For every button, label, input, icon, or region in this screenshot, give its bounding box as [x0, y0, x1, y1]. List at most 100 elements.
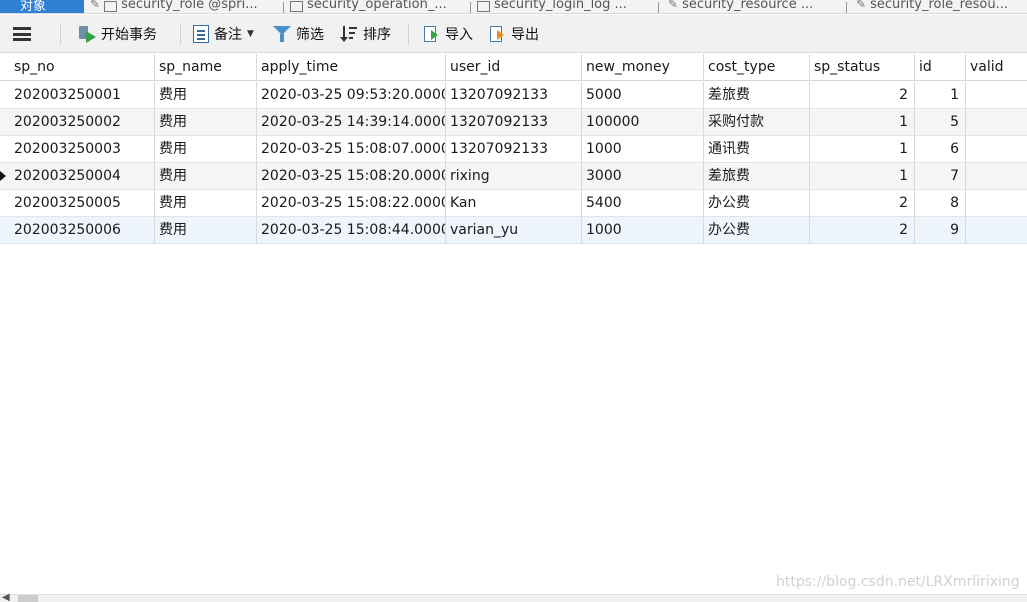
cell-valid[interactable]: [966, 190, 1027, 217]
cell-sp-status[interactable]: 1: [810, 109, 915, 136]
cell-new-money[interactable]: 5000: [582, 82, 704, 109]
cell-cost-type[interactable]: 采购付款: [704, 109, 810, 136]
cell-apply-time[interactable]: 2020-03-25 09:53:20.0000: [257, 82, 446, 109]
tab-security-login-log[interactable]: security_login_log ...: [477, 0, 627, 13]
tab-security-resource[interactable]: ✎ security_resource ...: [668, 0, 814, 13]
cell-id[interactable]: 5: [915, 109, 966, 136]
column-header-new-money[interactable]: new_money: [582, 54, 704, 81]
cell-user-id[interactable]: Kan: [446, 190, 582, 217]
cell-new-money[interactable]: 1000: [582, 136, 704, 163]
cell-sp-no[interactable]: 202003250006: [10, 217, 155, 244]
column-header-cost-type[interactable]: cost_type: [704, 54, 810, 81]
tab-security-operation[interactable]: security_operation_...: [290, 0, 447, 13]
table-icon: [477, 0, 490, 12]
chevron-down-icon[interactable]: ▼: [247, 29, 254, 39]
grid-header: sp_no sp_name apply_time user_id new_mon…: [0, 54, 1027, 81]
cell-id[interactable]: 9: [915, 217, 966, 244]
export-button[interactable]: 导出: [488, 23, 539, 45]
cell-sp-status[interactable]: 2: [810, 190, 915, 217]
menu-button[interactable]: [13, 23, 31, 45]
filter-button[interactable]: 筛选: [273, 23, 324, 45]
column-header-sp-status[interactable]: sp_status: [810, 54, 915, 81]
cell-valid[interactable]: [966, 217, 1027, 244]
cell-apply-time[interactable]: 2020-03-25 15:08:20.0000: [257, 163, 446, 190]
cell-user-id[interactable]: 13207092133: [446, 136, 582, 163]
cell-sp-no[interactable]: 202003250003: [10, 136, 155, 163]
cell-cost-type[interactable]: 差旅费: [704, 82, 810, 109]
cell-sp-name[interactable]: 费用: [155, 163, 257, 190]
cell-cost-type[interactable]: 差旅费: [704, 163, 810, 190]
import-button[interactable]: 导入: [422, 23, 473, 45]
cell-user-id[interactable]: 13207092133: [446, 82, 582, 109]
cell-user-id[interactable]: rixing: [446, 163, 582, 190]
cell-cost-type[interactable]: 通讯费: [704, 136, 810, 163]
sort-button[interactable]: 排序: [340, 23, 391, 45]
cell-sp-name[interactable]: 费用: [155, 190, 257, 217]
tab-label: security_resource ...: [682, 0, 814, 12]
cell-sp-status[interactable]: 1: [810, 136, 915, 163]
cell-id[interactable]: 7: [915, 163, 966, 190]
cell-cost-type[interactable]: 办公费: [704, 190, 810, 217]
column-header-user-id[interactable]: user_id: [446, 54, 582, 81]
table-row[interactable]: 202003250003 费用 2020-03-25 15:08:07.0000…: [0, 136, 1027, 163]
tab-label: security_operation_...: [307, 0, 447, 12]
pencil-icon: ✎: [90, 0, 101, 11]
horizontal-scrollbar[interactable]: ◀: [0, 593, 1027, 602]
cell-user-id[interactable]: 13207092133: [446, 109, 582, 136]
cell-new-money[interactable]: 1000: [582, 217, 704, 244]
cell-id[interactable]: 8: [915, 190, 966, 217]
column-header-apply-time[interactable]: apply_time: [257, 54, 446, 81]
table-row[interactable]: 202003250005 费用 2020-03-25 15:08:22.0000…: [0, 190, 1027, 217]
cell-new-money[interactable]: 5400: [582, 190, 704, 217]
table-icon: [104, 0, 118, 12]
cell-cost-type[interactable]: 办公费: [704, 217, 810, 244]
column-header-valid[interactable]: valid: [966, 54, 1027, 81]
cell-sp-name[interactable]: 费用: [155, 136, 257, 163]
current-row-indicator-icon: [0, 171, 6, 181]
tab-security-role-resource[interactable]: ✎ security_role_resou...: [856, 0, 1009, 13]
cell-sp-status[interactable]: 2: [810, 82, 915, 109]
tab-security-role[interactable]: ✎ security_role @spri...: [90, 0, 258, 13]
cell-valid[interactable]: [966, 136, 1027, 163]
cell-id[interactable]: 1: [915, 82, 966, 109]
menu-icon: [13, 27, 31, 41]
cell-sp-no[interactable]: 202003250005: [10, 190, 155, 217]
cell-apply-time[interactable]: 2020-03-25 15:08:07.0000: [257, 136, 446, 163]
cell-valid[interactable]: [966, 109, 1027, 136]
cell-sp-no[interactable]: 202003250004: [10, 163, 155, 190]
begin-transaction-button[interactable]: 开始事务: [78, 23, 157, 45]
cell-sp-no[interactable]: 202003250001: [10, 82, 155, 109]
cell-id[interactable]: 6: [915, 136, 966, 163]
cell-sp-name[interactable]: 费用: [155, 82, 257, 109]
tab-label: security_login_log ...: [494, 0, 627, 12]
cell-apply-time[interactable]: 2020-03-25 15:08:44.0000: [257, 217, 446, 244]
tab-label: 对象: [20, 0, 47, 14]
cell-sp-status[interactable]: 2: [810, 217, 915, 244]
begin-transaction-label: 开始事务: [101, 27, 157, 43]
cell-apply-time[interactable]: 2020-03-25 15:08:22.0000: [257, 190, 446, 217]
cell-valid[interactable]: [966, 163, 1027, 190]
column-header-id[interactable]: id: [915, 54, 966, 81]
cell-user-id[interactable]: varian_yu: [446, 217, 582, 244]
cell-valid[interactable]: [966, 82, 1027, 109]
table-row[interactable]: 202003250002 费用 2020-03-25 14:39:14.0000…: [0, 109, 1027, 136]
cell-new-money[interactable]: 100000: [582, 109, 704, 136]
scroll-left-icon[interactable]: ◀: [2, 593, 10, 602]
cell-new-money[interactable]: 3000: [582, 163, 704, 190]
cell-apply-time[interactable]: 2020-03-25 14:39:14.0000: [257, 109, 446, 136]
memo-button[interactable]: 备注 ▼: [193, 23, 254, 45]
scrollbar-thumb[interactable]: [18, 595, 38, 602]
tab-objects[interactable]: 对象: [0, 0, 84, 14]
tab-label: security_role_resou...: [870, 0, 1009, 12]
cell-sp-status[interactable]: 1: [810, 163, 915, 190]
cell-sp-name[interactable]: 费用: [155, 217, 257, 244]
cell-sp-no[interactable]: 202003250002: [10, 109, 155, 136]
table-row[interactable]: 202003250001 费用 2020-03-25 09:53:20.0000…: [0, 82, 1027, 109]
table-row[interactable]: 202003250006 费用 2020-03-25 15:08:44.0000…: [0, 217, 1027, 244]
table-row[interactable]: 202003250004 费用 2020-03-25 15:08:20.0000…: [0, 163, 1027, 190]
tab-bar: 对象 ✎ security_role @spri... security_ope…: [0, 0, 1027, 14]
cell-sp-name[interactable]: 费用: [155, 109, 257, 136]
column-header-sp-name[interactable]: sp_name: [155, 54, 257, 81]
column-header-sp-no[interactable]: sp_no: [10, 54, 155, 81]
memo-label: 备注: [214, 27, 242, 43]
